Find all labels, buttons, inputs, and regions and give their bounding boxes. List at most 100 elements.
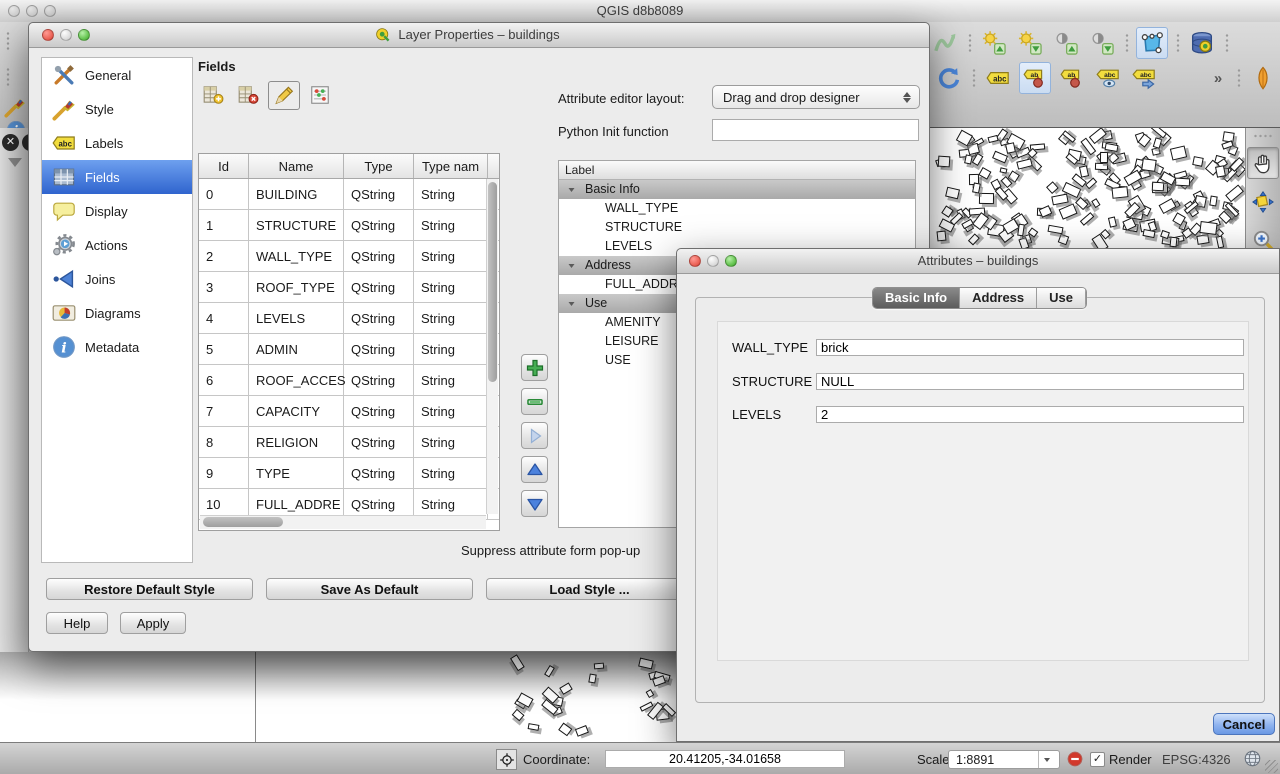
lp-minimize-button[interactable] [60, 29, 72, 41]
crs-status-label[interactable]: EPSG:4326 [1162, 752, 1231, 767]
add-container-button[interactable] [521, 354, 548, 381]
disclosure-triangle-icon[interactable] [567, 261, 577, 271]
save-as-default-button[interactable]: Save As Default [266, 578, 473, 600]
lp-zoom-button[interactable] [78, 29, 90, 41]
lp-titlebar[interactable]: Layer Properties – buildings [29, 23, 929, 48]
sidebar-item-joins[interactable]: Joins [42, 262, 192, 296]
tab-basic-info[interactable]: Basic Info [873, 288, 960, 308]
table-row[interactable]: 3ROOF_TYPEQStringString [199, 272, 499, 303]
lower-point-button[interactable] [1015, 28, 1045, 58]
table-row[interactable]: 7CAPACITYQStringString [199, 396, 499, 427]
table-row[interactable]: 0BUILDINGQStringString [199, 179, 499, 210]
python-init-input[interactable] [712, 119, 919, 141]
toolbar-handle[interactable] [4, 66, 11, 88]
database-button[interactable] [1187, 28, 1217, 58]
sidebar-item-labels[interactable]: abcLabels [42, 126, 192, 160]
toolbar-overflow-button[interactable]: » [1207, 63, 1229, 93]
field-input-levels[interactable] [816, 406, 1244, 423]
stop-render-icon[interactable] [1066, 750, 1084, 768]
table-row[interactable]: 6ROOF_ACCESQStringString [199, 365, 499, 396]
zoom-next-button[interactable] [930, 28, 960, 58]
new-column-button[interactable] [198, 82, 228, 109]
partial-toolbar-icon[interactable] [4, 96, 26, 118]
restore-default-style-button[interactable]: Restore Default Style [46, 578, 253, 600]
table-vertical-scrollbar[interactable] [486, 179, 498, 514]
table-row[interactable]: 9TYPEQStringString [199, 458, 499, 489]
feather-button[interactable] [1248, 63, 1278, 93]
table-row[interactable]: 4LEVELSQStringString [199, 303, 499, 334]
help-button[interactable]: Help [46, 612, 108, 634]
sidebar-item-metadata[interactable]: iMetadata [42, 330, 192, 364]
lp-close-button[interactable] [42, 29, 54, 41]
panel-collapse-triangle-icon[interactable] [8, 158, 22, 167]
scrollbar-thumb[interactable] [203, 517, 283, 527]
sidebar-item-diagrams[interactable]: Diagrams [42, 296, 192, 330]
hide-point-button[interactable] [1087, 28, 1117, 58]
table-horizontal-scrollbar[interactable] [200, 515, 486, 529]
main-close-button[interactable] [8, 5, 20, 17]
remove-container-button[interactable] [521, 388, 548, 415]
column-header-type[interactable]: Type [344, 154, 414, 178]
label-pin2-button[interactable]: ab [1057, 63, 1087, 93]
refresh-button[interactable] [934, 63, 964, 93]
field-input-wall-type[interactable] [816, 339, 1244, 356]
disclosure-triangle-icon[interactable] [567, 185, 577, 195]
tree-item-structure[interactable]: STRUCTURE [559, 218, 915, 237]
move-item-button[interactable] [521, 422, 548, 449]
field-input-structure[interactable] [816, 373, 1244, 390]
sidebar-item-style[interactable]: Style [42, 92, 192, 126]
load-style-button[interactable]: Load Style ... [486, 578, 693, 600]
move-down-button[interactable] [521, 490, 548, 517]
map-canvas[interactable] [930, 128, 1245, 248]
apply-button[interactable]: Apply [120, 612, 186, 634]
coordinate-input[interactable] [605, 750, 845, 768]
delete-column-button[interactable] [233, 82, 263, 109]
table-row[interactable]: 5ADMINQStringString [199, 334, 499, 365]
attr-minimize-button[interactable] [707, 255, 719, 267]
resize-grip[interactable] [1265, 760, 1278, 773]
table-row[interactable]: 8RELIGIONQStringString [199, 427, 499, 458]
pan-to-selection-button[interactable] [1248, 187, 1278, 217]
tab-use[interactable]: Use [1037, 288, 1086, 308]
panel-divider[interactable] [255, 652, 256, 742]
panel-close-icon[interactable]: ✕ [2, 134, 19, 151]
attr-close-button[interactable] [689, 255, 701, 267]
table-row[interactable]: 2WALL_TYPEQStringString [199, 241, 499, 272]
column-header-id[interactable]: Id [199, 154, 249, 178]
coordinate-capture-icon[interactable] [496, 749, 517, 770]
table-row[interactable]: 1STRUCTUREQStringString [199, 210, 499, 241]
label-abc-button[interactable]: abc [983, 63, 1013, 93]
move-up-button[interactable] [521, 456, 548, 483]
toolbar-handle[interactable] [4, 30, 11, 52]
label-move-button[interactable]: abc [1129, 63, 1159, 93]
main-zoom-button[interactable] [44, 5, 56, 17]
column-header-name[interactable]: Name [249, 154, 344, 178]
map-canvas-bottom[interactable] [0, 652, 676, 742]
scrollbar-thumb[interactable] [488, 182, 497, 382]
tree-item-wall-type[interactable]: WALL_TYPE [559, 199, 915, 218]
label-pin-button[interactable]: ab [1019, 62, 1051, 94]
disclosure-triangle-icon[interactable] [567, 299, 577, 309]
sidebar-item-actions[interactable]: Actions [42, 228, 192, 262]
render-checkbox[interactable] [1090, 752, 1105, 767]
attr-titlebar[interactable]: Attributes – buildings [677, 249, 1279, 274]
sidebar-item-general[interactable]: General [42, 58, 192, 92]
cancel-button[interactable]: Cancel [1213, 713, 1275, 735]
tree-group-basic-info[interactable]: Basic Info [559, 180, 915, 199]
toolbar-handle[interactable] [1252, 132, 1274, 139]
raise-point-button[interactable] [979, 28, 1009, 58]
scale-combo[interactable]: 1:8891 [948, 750, 1060, 769]
tab-address[interactable]: Address [960, 288, 1037, 308]
main-minimize-button[interactable] [26, 5, 38, 17]
node-tool-button[interactable] [1136, 27, 1168, 59]
field-calculator-button[interactable] [305, 82, 335, 109]
pan-tool-button[interactable] [1247, 147, 1279, 179]
attr-zoom-button[interactable] [725, 255, 737, 267]
globe-icon[interactable] [1243, 749, 1262, 768]
sidebar-item-fields[interactable]: Fields [42, 160, 192, 194]
show-point-button[interactable] [1051, 28, 1081, 58]
sidebar-item-display[interactable]: Display [42, 194, 192, 228]
label-visibility-button[interactable]: abc [1093, 63, 1123, 93]
column-header-type-nam[interactable]: Type nam [414, 154, 488, 178]
toggle-editing-button[interactable] [268, 81, 300, 110]
